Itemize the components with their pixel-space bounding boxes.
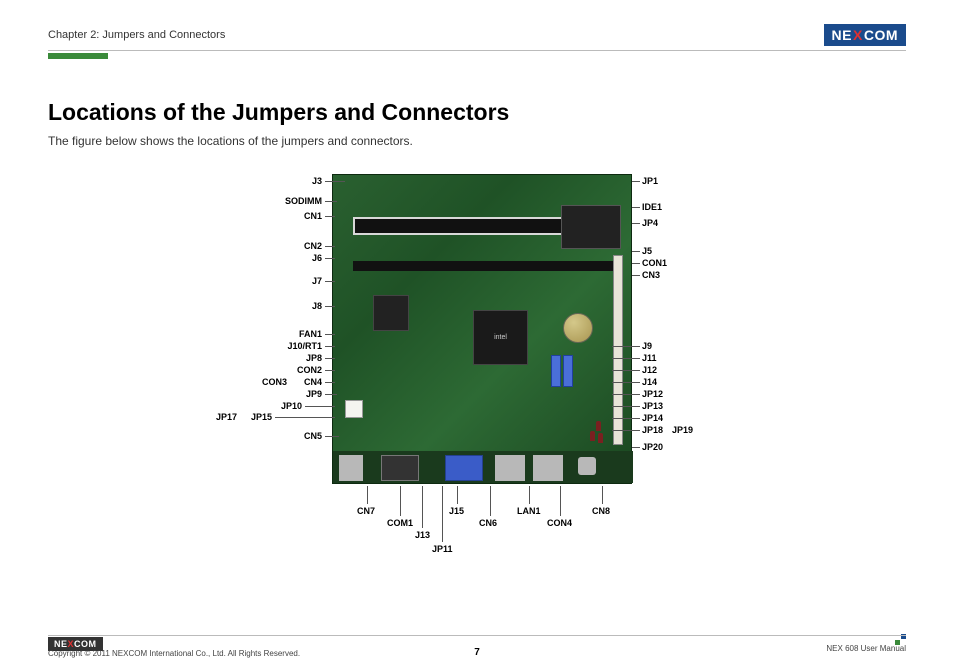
copyright-text: Copyright © 2011 NEXCOM International Co… bbox=[48, 649, 300, 658]
callout-label: CON2 bbox=[217, 365, 322, 375]
page-header: Chapter 2: Jumpers and Connectors NEXCOM bbox=[48, 24, 906, 51]
callout-label: CN7 bbox=[357, 506, 375, 516]
sata-port-2 bbox=[563, 355, 573, 387]
callout-label: JP19 bbox=[672, 425, 693, 435]
callout-label: CN3 bbox=[642, 270, 660, 280]
capacitor bbox=[596, 421, 601, 431]
callout-label: JP11 bbox=[432, 544, 453, 554]
callout-label: CN5 bbox=[217, 431, 322, 441]
callout-label: CN6 bbox=[479, 518, 497, 528]
page-title: Locations of the Jumpers and Connectors bbox=[48, 99, 906, 126]
callout-label: JP8 bbox=[217, 353, 322, 363]
callout-label: CN2 bbox=[217, 241, 322, 251]
serial-port bbox=[381, 455, 419, 481]
callout-label: JP4 bbox=[642, 218, 658, 228]
page-number: 7 bbox=[474, 647, 480, 658]
callout-label: JP20 bbox=[642, 442, 663, 452]
callout-label: J9 bbox=[642, 341, 652, 351]
callout-label: J13 bbox=[415, 530, 430, 540]
callout-label: J11 bbox=[642, 353, 657, 363]
page-subtitle: The figure below shows the locations of … bbox=[48, 134, 906, 148]
callout-label: JP9 bbox=[217, 389, 322, 399]
ide-slot bbox=[561, 205, 621, 249]
board-figure: intel J3 SODIMM CN1 CN2 J6 bbox=[217, 166, 737, 566]
sata-port-1 bbox=[551, 355, 561, 387]
callout-label: CON3 bbox=[217, 377, 287, 387]
callout-label: JP13 bbox=[642, 401, 663, 411]
callout-label: JP17 bbox=[192, 412, 237, 422]
callout-label: IDE1 bbox=[642, 202, 662, 212]
callout-label: COM1 bbox=[387, 518, 413, 528]
vga-port bbox=[445, 455, 483, 481]
capacitor bbox=[590, 431, 595, 441]
capacitor bbox=[598, 433, 603, 443]
callout-label: CN8 bbox=[592, 506, 610, 516]
callout-label: LAN1 bbox=[517, 506, 541, 516]
callout-label: JP10 bbox=[257, 401, 302, 411]
ethernet-port-1 bbox=[495, 455, 525, 481]
callout-label: JP18 bbox=[642, 425, 663, 435]
audio-port bbox=[578, 457, 596, 475]
callout-label: SODIMM bbox=[217, 196, 322, 206]
callout-label: FAN1 bbox=[217, 329, 322, 339]
callout-label: J3 bbox=[217, 176, 322, 186]
callout-label: CN4 bbox=[287, 377, 322, 387]
callout-label: J6 bbox=[217, 253, 322, 263]
motherboard-image: intel bbox=[332, 174, 632, 484]
header-connector bbox=[353, 261, 613, 271]
callout-label: J10/RT1 bbox=[217, 341, 322, 351]
callout-label: J8 bbox=[217, 301, 322, 311]
callout-label: J12 bbox=[642, 365, 657, 375]
callout-label: CON4 bbox=[547, 518, 572, 528]
callout-label: JP1 bbox=[642, 176, 658, 186]
manual-name: NEX 608 User Manual bbox=[826, 644, 906, 653]
callout-label: J14 bbox=[642, 377, 657, 387]
callout-label: JP12 bbox=[642, 389, 663, 399]
chip-1 bbox=[373, 295, 409, 331]
chapter-label: Chapter 2: Jumpers and Connectors bbox=[48, 29, 225, 41]
callout-label: J7 bbox=[217, 276, 322, 286]
pci-slot bbox=[613, 255, 623, 445]
divider-bar bbox=[48, 53, 108, 59]
callout-label: JP14 bbox=[642, 413, 663, 423]
power-connector bbox=[345, 400, 363, 418]
chip-2: intel bbox=[473, 310, 528, 365]
ethernet-port-2 bbox=[533, 455, 563, 481]
callout-label: CON1 bbox=[642, 258, 667, 268]
callout-label: J5 bbox=[642, 246, 652, 256]
usb-port bbox=[339, 455, 363, 481]
nexcom-logo: NEXCOM bbox=[824, 24, 906, 46]
cmos-battery bbox=[563, 313, 593, 343]
callout-label: CN1 bbox=[217, 211, 322, 221]
callout-label: J15 bbox=[449, 506, 464, 516]
io-port-row bbox=[333, 451, 633, 483]
